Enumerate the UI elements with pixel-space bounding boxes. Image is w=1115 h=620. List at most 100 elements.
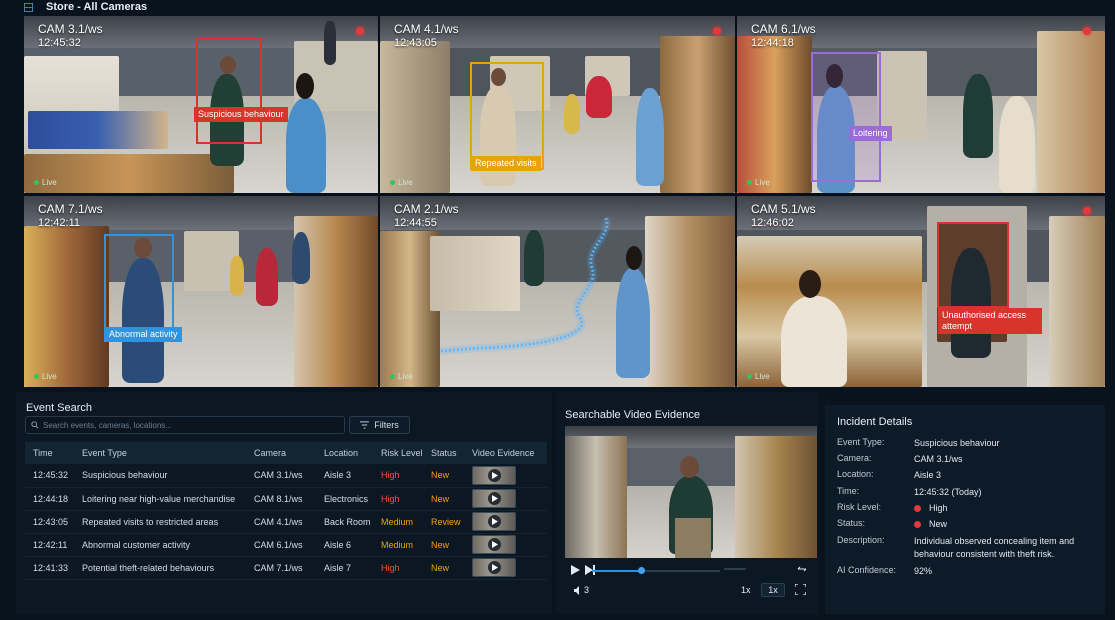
cell-status: New [423, 533, 464, 557]
incident-field-label: Location: [837, 469, 874, 479]
cell-location: Electronics [316, 487, 373, 511]
filters-button[interactable]: Filters [349, 416, 410, 434]
cell-status: New [423, 556, 464, 580]
table-row[interactable]: 12:42:11 Abnormal customer activity CAM 6.… [25, 533, 547, 557]
volume-level: 3 [584, 585, 590, 595]
cell-camera: CAM 4.1/ws [246, 510, 316, 534]
cell-location: Back Room [316, 510, 373, 534]
live-dot-icon [34, 374, 39, 379]
incident-field-value: Individual observed concealing item and … [914, 536, 1075, 559]
camera-name: CAM 4.1/ws [394, 22, 459, 36]
camera-grid: Suspicious behaviour CAM 3.1/ws 12:45:32… [24, 16, 1105, 387]
fullscreen-exit-button[interactable] [797, 564, 807, 576]
cell-camera: CAM 8.1/ws [246, 487, 316, 511]
column-header[interactable]: Status [423, 442, 464, 464]
incident-field: AI Confidence: 92% [837, 565, 1090, 578]
volume-control[interactable]: 3 [574, 585, 589, 595]
video-thumbnail[interactable] [472, 512, 516, 531]
incident-field: Camera: CAM 3.1/ws [837, 453, 1090, 466]
camera-timestamp: 12:42:11 [38, 217, 81, 229]
recording-indicator [713, 27, 721, 35]
play-button[interactable] [571, 565, 580, 577]
play-icon[interactable] [488, 561, 501, 574]
incident-field: Risk Level: High [837, 502, 1090, 515]
playback-speed-button[interactable]: 1x [761, 583, 785, 597]
video-thumbnail[interactable] [472, 558, 516, 577]
camera-timestamp: 12:45:32 [38, 37, 81, 49]
play-icon [571, 565, 580, 575]
play-icon[interactable] [488, 492, 501, 505]
cell-location: Aisle 6 [316, 533, 373, 557]
cell-video-evidence [464, 487, 547, 511]
incident-field: Time: 12:45:32 (Today) [837, 486, 1090, 499]
camera-tile[interactable]: Loitering CAM 6.1/ws 12:44:18 Live [737, 16, 1105, 193]
incident-field-text: New [929, 519, 948, 529]
search-input[interactable] [43, 420, 333, 430]
column-header[interactable]: Video Evidence [464, 442, 547, 464]
live-indicator: Live [34, 178, 57, 187]
alert-label: Unauthorised access attempt [938, 308, 1042, 334]
incident-field-label: Risk Level: [837, 502, 882, 512]
cell-location: Aisle 7 [316, 556, 373, 580]
table-row[interactable]: 12:43:05 Repeated visits to restricted ar… [25, 510, 547, 534]
play-icon[interactable] [488, 468, 501, 482]
cell-risk-level: Medium [373, 533, 423, 557]
incident-field-label: Event Type: [837, 437, 885, 447]
top-bar: Store - All Cameras [0, 0, 1115, 14]
incident-field-label: AI Confidence: [837, 565, 897, 575]
camera-tile[interactable]: CAM 2.1/ws 12:44:55 Live [380, 196, 735, 387]
fullscreen-button[interactable] [794, 583, 807, 597]
cell-time: 12:42:11 [25, 533, 74, 557]
recording-indicator [1083, 27, 1091, 35]
cell-camera: CAM 7.1/ws [246, 556, 316, 580]
play-icon[interactable] [488, 538, 501, 551]
table-row[interactable]: 12:44:18 Loitering near high-value mercha… [25, 487, 547, 511]
video-thumbnail[interactable] [472, 535, 516, 554]
camera-tile[interactable]: Repeated visits CAM 4.1/ws 12:43:05 Live [380, 16, 735, 193]
cell-time: 12:41:33 [25, 556, 74, 580]
search-box[interactable] [25, 416, 345, 434]
grid-view-icon[interactable] [24, 2, 33, 12]
page-title: Store - All Cameras [46, 1, 148, 13]
column-header[interactable]: Event Type [74, 442, 246, 464]
video-player[interactable] [565, 426, 817, 558]
incident-field-value: High [914, 502, 1090, 515]
table-row[interactable]: 12:41:33 Potential theft-related behaviou… [25, 556, 547, 580]
video-thumbnail[interactable] [472, 465, 516, 485]
live-dot-icon [747, 180, 752, 185]
incident-field-value: 12:45:32 (Today) [914, 487, 982, 497]
live-dot-icon [390, 374, 395, 379]
column-header[interactable]: Risk Level [373, 442, 423, 464]
cell-video-evidence [464, 556, 547, 580]
camera-name: CAM 3.1/ws [38, 22, 103, 36]
camera-tile[interactable]: Suspicious behaviour CAM 3.1/ws 12:45:32… [24, 16, 378, 193]
camera-tile[interactable]: Abnormal activity CAM 7.1/ws 12:42:11 Li… [24, 196, 378, 387]
status-dot-icon [914, 505, 921, 512]
column-header[interactable]: Location [316, 442, 373, 464]
table-row[interactable]: 12:45:32 Suspicious behaviour CAM 3.1/ws Ai… [25, 464, 547, 488]
incident-field-text: High [929, 503, 948, 513]
cell-risk-level: Medium [373, 510, 423, 534]
video-thumbnail[interactable] [472, 489, 516, 508]
incident-field-label: Status: [837, 518, 866, 528]
alert-label: Loitering [849, 126, 892, 141]
column-header[interactable]: Camera [246, 442, 316, 464]
cell-event-type: Suspicious behaviour [74, 464, 246, 488]
live-dot-icon [390, 180, 395, 185]
play-icon[interactable] [488, 515, 501, 528]
events-table: Time Event Type Camera Location Risk Lev… [25, 442, 547, 580]
incident-field-label: Time: [837, 486, 860, 496]
status-dot-icon [914, 521, 921, 528]
alert-label: Suspicious behaviour [194, 107, 288, 122]
alert-label: Repeated visits [471, 156, 541, 171]
expand-arrows-icon [797, 566, 807, 572]
progress-knob[interactable] [637, 567, 645, 574]
video-progress-bar[interactable] [592, 567, 720, 574]
column-header[interactable]: Time [25, 442, 74, 464]
camera-tile[interactable]: Unauthorised access attempt CAM 5.1/ws 1… [737, 196, 1105, 387]
incident-field: Description: Individual observed conceali… [837, 535, 1090, 561]
search-icon [31, 421, 39, 429]
cell-time: 12:44:18 [25, 487, 74, 511]
cell-video-evidence [464, 464, 547, 488]
camera-name: CAM 2.1/ws [394, 202, 459, 216]
